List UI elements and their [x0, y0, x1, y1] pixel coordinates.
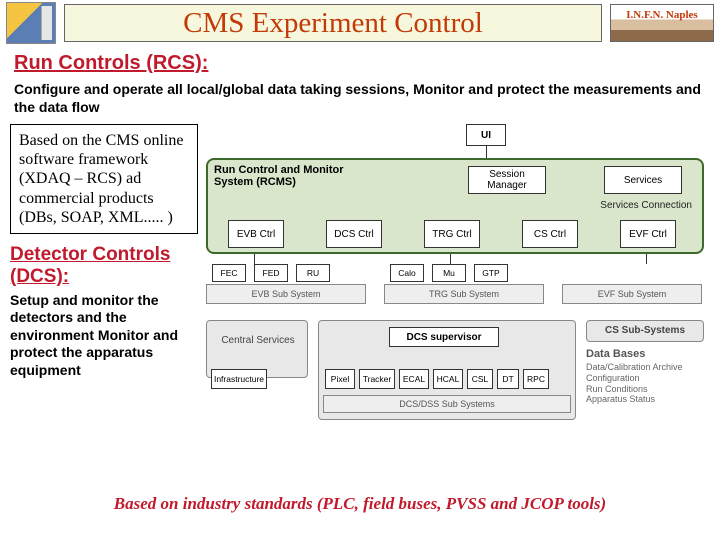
page-title: CMS Experiment Control — [183, 7, 483, 40]
hcal-box: HCAL — [433, 369, 463, 389]
footer-text: Based on industry standards (PLC, field … — [0, 484, 720, 514]
infrastructure-box: Infrastructure — [211, 369, 267, 389]
session-manager-box: Session Manager — [468, 166, 546, 194]
fec-box: FEC — [212, 264, 246, 282]
calo-box: Calo — [390, 264, 424, 282]
dcs-description: Setup and monitor the detectors and the … — [10, 292, 198, 380]
cs-subsystems-group: CS Sub-Systems — [586, 320, 704, 342]
left-column: Based on the CMS online software framewo… — [10, 124, 198, 484]
evf-ctrl-box: EVF Ctrl — [620, 220, 676, 248]
connector — [254, 254, 255, 264]
trg-ctrl-box: TRG Ctrl — [424, 220, 480, 248]
gtp-box: GTP — [474, 264, 508, 282]
connector — [450, 254, 451, 264]
evf-subsystem-label: EVF Sub System — [562, 284, 702, 304]
dt-box: DT — [497, 369, 519, 389]
framework-text: Based on the CMS online software framewo… — [10, 124, 198, 234]
services-box: Services — [604, 166, 682, 194]
cs-subsystems-label: CS Sub-Systems — [587, 325, 703, 336]
affiliation-box: I.N.F.N. Naples — [610, 4, 714, 42]
cms-logo-icon — [6, 2, 56, 44]
dcs-ctrl-box: DCS Ctrl — [326, 220, 382, 248]
dcs-supervisor-group: DCS supervisor Infrastructure Pixel Trac… — [318, 320, 576, 420]
rpc-box: RPC — [523, 369, 549, 389]
dcs-dss-label: DCS/DSS Sub Systems — [323, 395, 571, 413]
evb-subsystem-label: EVB Sub System — [206, 284, 366, 304]
mu-box: Mu — [432, 264, 466, 282]
tracker-box: Tracker — [359, 369, 395, 389]
title-box: CMS Experiment Control — [64, 4, 602, 42]
databases-heading: Data Bases — [586, 348, 645, 361]
evb-ctrl-box: EVB Ctrl — [228, 220, 284, 248]
trg-subsystem-label: TRG Sub System — [384, 284, 544, 304]
architecture-diagram: UI Run Control and Monitor System (RCMS)… — [206, 124, 710, 484]
connector — [486, 146, 487, 158]
right-column: UI Run Control and Monitor System (RCMS)… — [206, 124, 710, 484]
rcms-label: Run Control and Monitor System (RCMS) — [214, 164, 344, 188]
ecal-box: ECAL — [399, 369, 429, 389]
rcs-description: Configure and operate all local/global d… — [0, 77, 720, 124]
central-services-label: Central Services — [213, 335, 303, 346]
dcs-supervisor-box: DCS supervisor — [389, 327, 499, 347]
affiliation-text: I.N.F.N. Naples — [626, 9, 697, 21]
pixel-box: Pixel — [325, 369, 355, 389]
ru-box: RU — [296, 264, 330, 282]
fed-box: FED — [254, 264, 288, 282]
dcs-heading: Detector Controls (DCS): — [10, 234, 198, 292]
rcms-group: Run Control and Monitor System (RCMS) Se… — [206, 158, 704, 254]
csl-box: CSL — [467, 369, 493, 389]
rcs-heading: Run Controls (RCS): — [0, 46, 720, 77]
services-connection-label: Services Connection — [600, 200, 692, 211]
slide-header: CMS Experiment Control I.N.F.N. Naples — [0, 0, 720, 46]
content-columns: Based on the CMS online software framewo… — [0, 124, 720, 484]
connector — [646, 254, 647, 264]
cs-ctrl-box: CS Ctrl — [522, 220, 578, 248]
databases-items: Data/Calibration Archive Configuration R… — [586, 362, 683, 405]
ui-box: UI — [466, 124, 506, 146]
